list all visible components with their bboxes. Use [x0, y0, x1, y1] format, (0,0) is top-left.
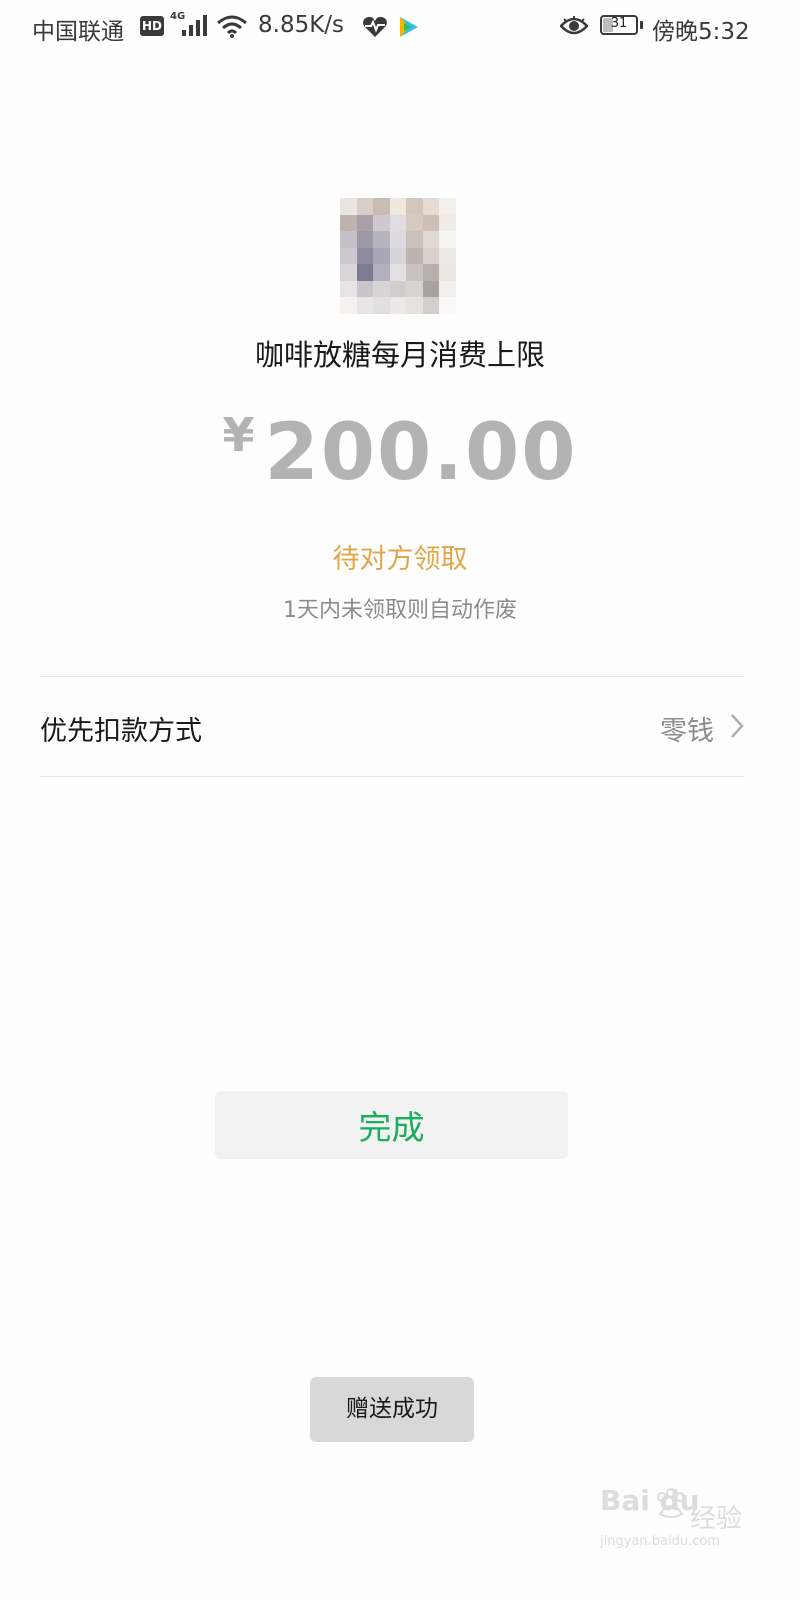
avatar-pixel [389, 214, 407, 232]
baidu-watermark: Bai du 经验 jingyan.baidu.com [600, 1484, 750, 1564]
avatar-pixel [439, 280, 456, 298]
avatar-pixel [356, 264, 374, 281]
avatar-pixel [373, 214, 390, 232]
avatar-pixel [373, 247, 390, 265]
avatar-pixel [406, 297, 423, 314]
eye-icon [559, 16, 589, 40]
avatar-pixel [422, 214, 440, 232]
clock: 傍晚5:32 [652, 19, 750, 45]
avatar-pixel [389, 280, 407, 298]
status-bar: 中国联通 HD 4G 8.85K/s 31 傍晚5:32 [0, 0, 800, 56]
avatar-pixel [439, 214, 456, 232]
avatar-pixel [422, 198, 440, 215]
toast-message: 赠送成功 [310, 1377, 474, 1442]
avatar-pixel [356, 231, 374, 248]
avatar-pixel [422, 297, 440, 314]
avatar-pixel [439, 297, 456, 314]
avatar-pixel [373, 231, 390, 248]
chevron-right-icon [730, 713, 744, 743]
amount-value: 200.00 [264, 408, 578, 498]
avatar-pixel [340, 280, 357, 298]
avatar-pixel [406, 214, 423, 232]
network-speed: 8.85K/s [258, 12, 345, 38]
wifi-icon [216, 14, 248, 42]
avatar-pixel [340, 231, 357, 248]
divider [40, 776, 744, 777]
avatar-pixel [406, 198, 423, 215]
avatar-pixel [439, 247, 456, 265]
avatar-pixel [406, 247, 423, 265]
payment-method-value: 零钱 [660, 716, 714, 747]
avatar-pixel [406, 264, 423, 281]
avatar-pixel [373, 264, 390, 281]
avatar-pixel [389, 198, 407, 215]
avatar-pixel [340, 198, 357, 215]
avatar-pixel [422, 280, 440, 298]
done-button[interactable]: 完成 [215, 1091, 568, 1159]
avatar-pixel [373, 297, 390, 314]
avatar-pixel [373, 198, 390, 215]
avatar-pixel [389, 297, 407, 314]
carrier-name: 中国联通 [32, 19, 124, 45]
avatar-pixel [389, 231, 407, 248]
watermark-brand: 经验 [690, 1504, 743, 1534]
avatar-pixel [389, 247, 407, 265]
avatar-pixel [422, 247, 440, 265]
avatar-pixel [356, 214, 374, 232]
health-icon [362, 15, 388, 43]
avatar-pixel [406, 231, 423, 248]
gift-title: 咖啡放糖每月消费上限 [254, 338, 545, 372]
avatar-pixel [356, 280, 374, 298]
avatar-pixel [356, 297, 374, 314]
signal-icon [180, 14, 210, 42]
avatar-pixel [340, 297, 357, 314]
avatar-pixel [439, 198, 456, 215]
avatar-pixel [422, 264, 440, 281]
video-play-icon [396, 15, 420, 43]
status-text: 待对方领取 [332, 544, 468, 575]
battery-cap [640, 21, 643, 29]
avatar-pixel [439, 231, 456, 248]
paw-icon [654, 1488, 688, 1526]
expire-note: 1天内未领取则自动作废 [283, 598, 517, 623]
avatar-pixel [340, 264, 357, 281]
battery-percent: 31 [610, 16, 628, 31]
battery-icon: 31 [600, 15, 638, 35]
payment-method-label: 优先扣款方式 [40, 716, 202, 747]
avatar-pixel [340, 247, 357, 265]
avatar-pixel [389, 264, 407, 281]
avatar-pixel [356, 247, 374, 265]
hd-icon: HD [140, 16, 164, 36]
avatar-pixel [406, 280, 423, 298]
watermark-url: jingyan.baidu.com [600, 1534, 720, 1549]
avatar-pixel [340, 214, 357, 232]
avatar-pixel [439, 264, 456, 281]
currency-symbol: ¥ [222, 408, 255, 462]
avatar-pixel [373, 280, 390, 298]
gift-amount: ¥200.00 [0, 408, 800, 498]
avatar-pixel [422, 231, 440, 248]
payment-method-row[interactable]: 优先扣款方式 零钱 [40, 677, 744, 776]
recipient-avatar [340, 198, 456, 314]
avatar-pixel [356, 198, 374, 215]
